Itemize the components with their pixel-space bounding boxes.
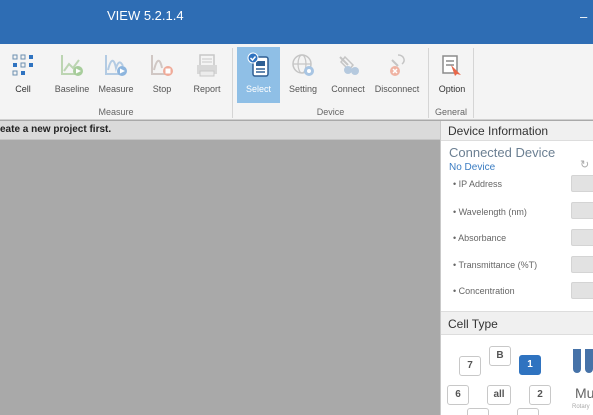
transmittance-label: • Transmittance (%T) [453,260,538,270]
cell-button-7[interactable]: 7 [459,356,481,376]
transmittance-value [571,256,593,273]
cell-button-all[interactable]: all [487,385,511,405]
option-button-label: Option [438,84,466,94]
multi-cell-label[interactable]: Mul [575,385,593,401]
disconnect-icon [384,52,410,78]
general-group-label: General [434,107,468,117]
cell-button-2[interactable]: 2 [529,385,551,405]
wavelength-label: • Wavelength (nm) [453,207,527,217]
ribbon-separator [473,48,474,118]
select-button-label: Select [245,84,271,94]
refresh-icon[interactable]: ↻ [580,158,589,171]
report-icon [194,52,220,78]
rotary-label: Rotary [572,404,590,410]
report-button[interactable]: Report [190,47,224,103]
setting-button-label: Setting [288,84,318,94]
concentration-label: • Concentration [453,286,515,296]
baseline-chart-icon [59,52,85,78]
minimize-button[interactable]: – [580,9,587,24]
disconnect-button-label: Disconnect [374,84,420,94]
connect-button[interactable]: Connect [327,47,369,103]
option-button[interactable]: Option [434,47,470,103]
absorbance-label: • Absorbance [453,233,507,243]
device-info-title: Device Information [448,124,549,138]
ip-address-value [571,175,593,192]
cuvette-tube-icon [573,349,581,373]
report-button-label: Report [193,84,221,94]
cell-type-header: Cell Type [441,311,593,335]
measure-group-label: Measure [98,107,134,117]
connect-button-label: Connect [331,84,365,94]
ribbon-toolbar: Cell Baseline Measure Stop Report Select… [0,44,593,120]
cell-button-b[interactable]: B [489,346,511,366]
measure-button[interactable]: Measure [96,47,136,103]
stop-button-label: Stop [152,84,172,94]
globe-settings-icon [290,52,316,78]
connect-icon [335,52,361,78]
select-device-button[interactable]: Select [237,47,280,103]
wavelength-value [571,202,593,219]
stop-icon [149,52,175,78]
measure-chart-icon [103,52,129,78]
baseline-button[interactable]: Baseline [52,47,92,103]
cell-button-1[interactable]: 1 [519,355,541,375]
baseline-button-label: Baseline [54,84,90,94]
cell-type-title: Cell Type [448,317,498,331]
device-group-label: Device [316,107,345,117]
cell-button[interactable]: Cell [6,47,40,103]
cell-button-row3-right[interactable] [517,408,539,415]
ip-address-label: • IP Address [453,179,503,189]
cell-button-row3-left[interactable] [467,408,489,415]
disconnect-button[interactable]: Disconnect [372,47,422,103]
select-device-icon [246,52,272,78]
measure-button-label: Measure [98,84,134,94]
device-name: No Device [449,162,496,173]
option-icon [439,52,465,78]
device-info-header: Device Information [441,121,593,141]
status-message: eate a new project first. [0,124,112,135]
setting-button[interactable]: Setting [285,47,321,103]
title-bar: VIEW 5.2.1.4 – [0,0,593,44]
absorbance-value [571,229,593,246]
concentration-value [571,282,593,299]
cell-button-6[interactable]: 6 [447,385,469,405]
workspace-area [0,141,440,415]
cell-grid-icon [10,52,36,78]
connected-device-title: Connected Device [449,145,556,160]
stop-button[interactable]: Stop [146,47,178,103]
cuvette-tube-icon [585,349,593,373]
cell-button-label: Cell [15,84,31,94]
status-bar: eate a new project first. [0,121,440,140]
window-title: VIEW 5.2.1.4 [107,8,184,23]
